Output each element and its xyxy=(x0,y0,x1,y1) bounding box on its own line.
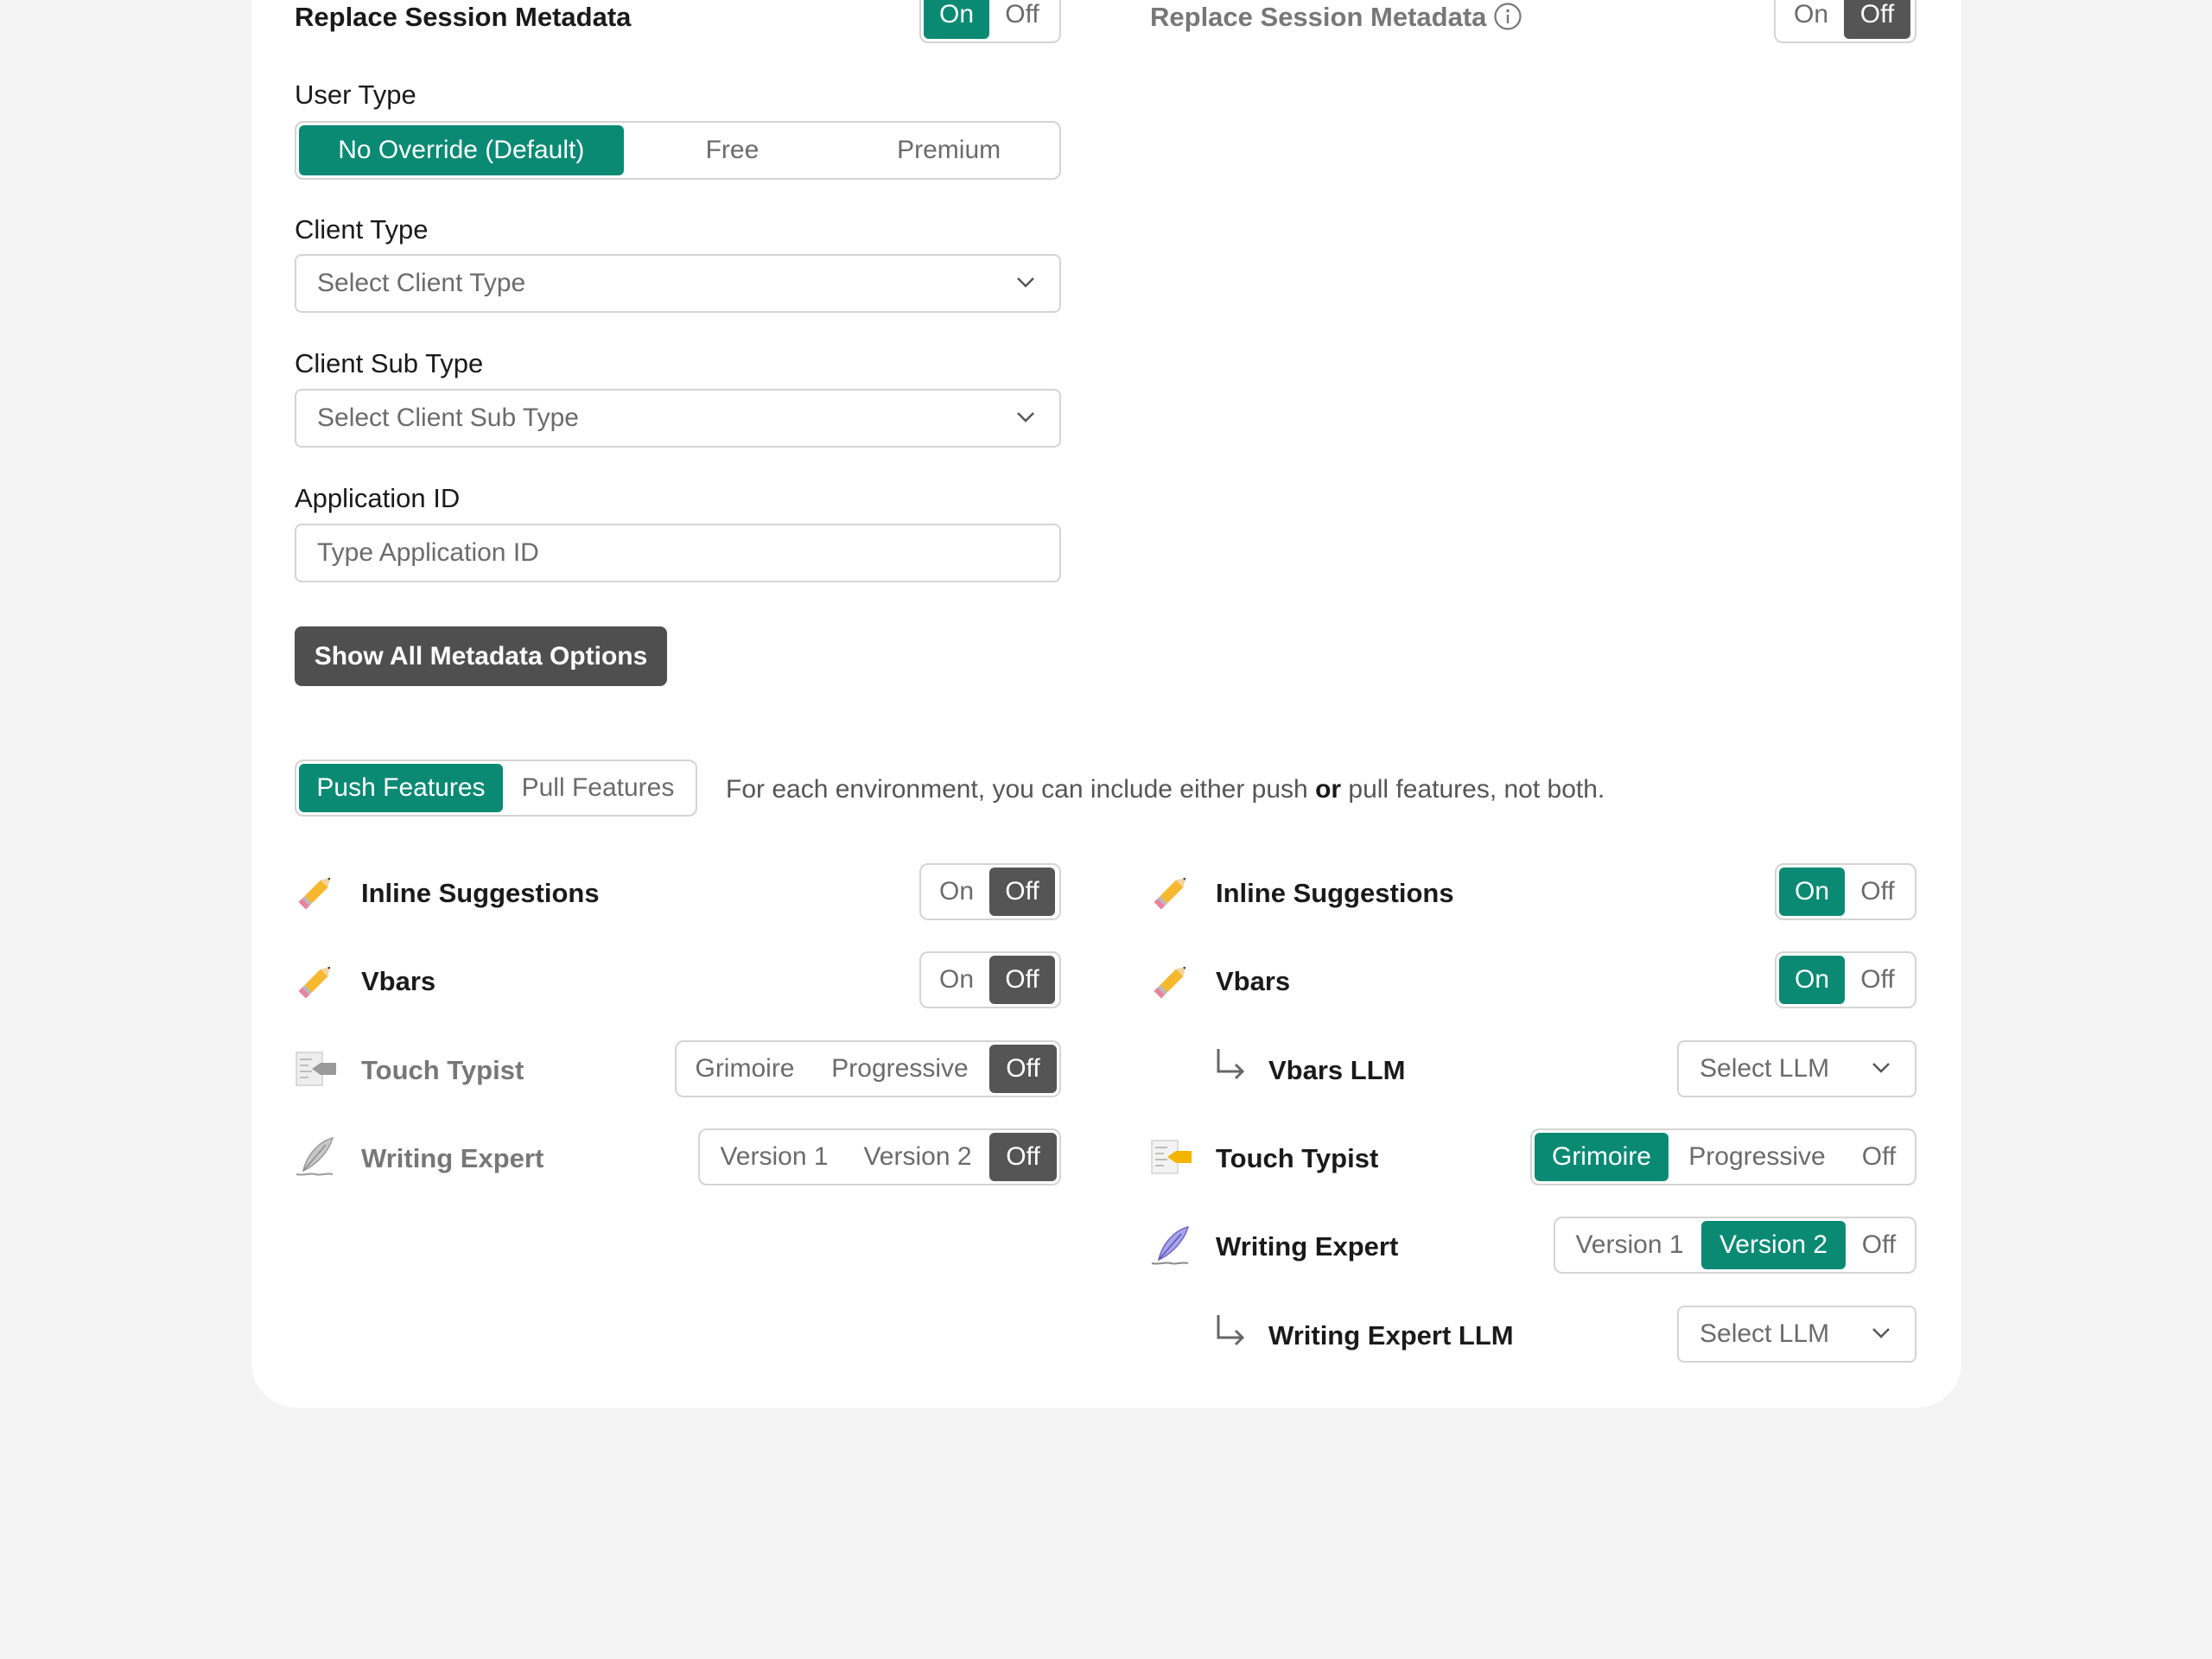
sub-item-arrow-icon xyxy=(1217,1315,1245,1346)
vbars-llm-label: Vbars LLM xyxy=(1268,1055,1406,1085)
user-type-selector: No Override (Default) Free Premium xyxy=(295,121,1061,180)
user-type-premium-option[interactable]: Premium xyxy=(841,125,1057,175)
inline-suggestions-toggle-right: On Off xyxy=(1775,863,1916,920)
replace-session-metadata-label-right: Replace Session Metadata xyxy=(1150,2,1487,32)
application-id-label: Application ID xyxy=(295,483,461,513)
chevron-down-icon xyxy=(1872,1063,1890,1073)
writing-expert-llm-label: Writing Expert LLM xyxy=(1268,1320,1514,1351)
vbars-label-right: Vbars xyxy=(1216,966,1291,996)
touch-typist-off-option-right[interactable]: Off xyxy=(1846,1133,1912,1181)
touch-typist-grimoire-option[interactable]: Grimoire xyxy=(679,1045,810,1093)
client-sub-type-label: Client Sub Type xyxy=(295,348,484,378)
vbars-toggle: On Off xyxy=(919,951,1061,1008)
application-id-placeholder: Type Application ID xyxy=(317,538,539,567)
application-id-input[interactable]: Type Application ID xyxy=(295,524,1061,582)
feature-type-tabs: Push Features Pull Features xyxy=(295,760,697,817)
client-sub-type-select[interactable]: Select Client Sub Type xyxy=(295,389,1061,448)
chevron-down-icon xyxy=(1872,1328,1890,1338)
replace-session-metadata-label: Replace Session Metadata xyxy=(295,2,632,32)
writing-expert-off-option[interactable]: Off xyxy=(989,1133,1057,1181)
vbars-label: Vbars xyxy=(361,966,436,996)
writing-expert-selector: Version 1 Version 2 Off xyxy=(698,1128,1061,1185)
quill-icon xyxy=(296,1136,334,1176)
writing-expert-version-2-option[interactable]: Version 2 xyxy=(846,1133,989,1181)
writing-expert-llm-placeholder: Select LLM xyxy=(1700,1319,1830,1348)
touch-typist-selector-right: Grimoire Progressive Off xyxy=(1530,1128,1916,1185)
client-sub-type-placeholder: Select Client Sub Type xyxy=(317,404,579,432)
inline-suggestions-on-option-right[interactable]: On xyxy=(1779,868,1845,916)
touch-typist-label-right: Touch Typist xyxy=(1216,1143,1379,1173)
writing-expert-llm-select[interactable]: Select LLM xyxy=(1677,1306,1916,1363)
replace-session-metadata-toggle: On Off xyxy=(919,0,1061,43)
inline-suggestions-label-right: Inline Suggestions xyxy=(1216,878,1454,908)
touch-typist-progressive-option[interactable]: Progressive xyxy=(810,1045,989,1093)
writing-expert-version-1-option-right[interactable]: Version 1 xyxy=(1558,1221,1701,1269)
settings-card xyxy=(251,0,1961,1408)
tab-pull-features[interactable]: Pull Features xyxy=(503,764,693,812)
vbars-on-option[interactable]: On xyxy=(924,956,989,1004)
client-type-label: Client Type xyxy=(295,214,429,245)
user-type-label: User Type xyxy=(295,79,416,110)
replace-session-on-option[interactable]: On xyxy=(924,0,989,39)
chevron-down-icon xyxy=(1017,277,1034,288)
writing-expert-version-1-option[interactable]: Version 1 xyxy=(702,1133,846,1181)
info-icon[interactable] xyxy=(1493,2,1522,31)
pencil-icon xyxy=(298,877,331,910)
user-type-no-override-option[interactable]: No Override (Default) xyxy=(299,125,624,175)
client-type-placeholder: Select Client Type xyxy=(317,269,526,297)
touch-typist-progressive-option-right[interactable]: Progressive xyxy=(1669,1133,1846,1181)
tab-push-features[interactable]: Push Features xyxy=(299,764,503,812)
user-type-free-option[interactable]: Free xyxy=(624,125,842,175)
touch-typist-label: Touch Typist xyxy=(361,1055,524,1085)
touch-typist-icon xyxy=(296,1052,336,1086)
pencil-icon xyxy=(298,966,331,999)
touch-typist-grimoire-option-right[interactable]: Grimoire xyxy=(1535,1133,1669,1181)
show-all-metadata-options-button[interactable]: Show All Metadata Options xyxy=(295,626,667,686)
client-type-select[interactable]: Select Client Type xyxy=(295,254,1061,313)
vbars-toggle-right: On Off xyxy=(1775,951,1916,1008)
vbars-off-option[interactable]: Off xyxy=(989,956,1055,1004)
writing-expert-off-option-right[interactable]: Off xyxy=(1846,1221,1912,1269)
replace-session-metadata-toggle-right: On Off xyxy=(1774,0,1916,43)
quill-icon xyxy=(1151,1225,1190,1265)
pencil-icon xyxy=(1154,877,1186,910)
replace-session-off-option-right[interactable]: Off xyxy=(1844,0,1910,39)
writing-expert-label-right: Writing Expert xyxy=(1216,1231,1399,1262)
inline-suggestions-off-option-right[interactable]: Off xyxy=(1845,868,1910,916)
vbars-llm-placeholder: Select LLM xyxy=(1700,1054,1830,1083)
replace-session-on-option-right[interactable]: On xyxy=(1778,0,1844,39)
writing-expert-label: Writing Expert xyxy=(361,1143,544,1173)
chevron-down-icon xyxy=(1017,412,1034,423)
vbars-on-option-right[interactable]: On xyxy=(1779,956,1845,1004)
touch-typist-selector: Grimoire Progressive Off xyxy=(675,1040,1061,1097)
inline-suggestions-toggle: On Off xyxy=(919,863,1061,920)
touch-typist-icon xyxy=(1151,1140,1192,1174)
replace-session-off-option[interactable]: Off xyxy=(989,0,1055,39)
feature-type-description: For each environment, you can include ei… xyxy=(726,775,1605,804)
vbars-llm-select[interactable]: Select LLM xyxy=(1677,1040,1916,1097)
touch-typist-off-option[interactable]: Off xyxy=(989,1045,1057,1093)
vbars-off-option-right[interactable]: Off xyxy=(1845,956,1910,1004)
inline-suggestions-off-option[interactable]: Off xyxy=(989,868,1055,916)
writing-expert-selector-right: Version 1 Version 2 Off xyxy=(1554,1217,1916,1274)
writing-expert-version-2-option-right[interactable]: Version 2 xyxy=(1701,1221,1846,1269)
sub-item-arrow-icon xyxy=(1217,1049,1245,1080)
inline-suggestions-on-option[interactable]: On xyxy=(924,868,989,916)
inline-suggestions-label: Inline Suggestions xyxy=(361,878,600,908)
pencil-icon xyxy=(1154,966,1186,999)
